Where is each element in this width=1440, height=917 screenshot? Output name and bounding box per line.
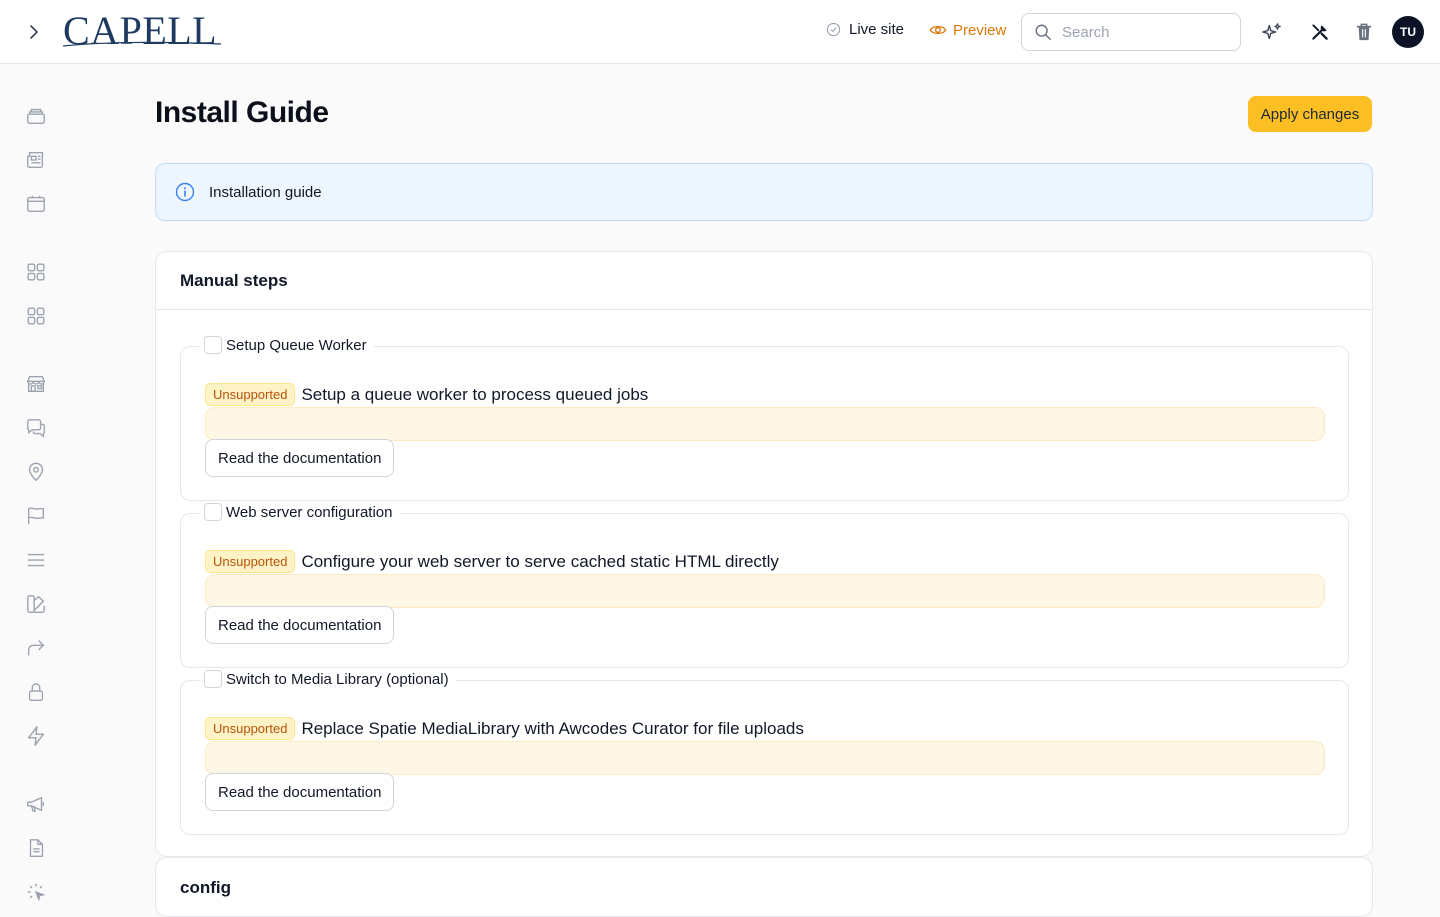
expand-sidebar-button[interactable] (22, 20, 46, 44)
read-documentation-button[interactable]: Read the documentation (205, 606, 395, 644)
step-description-line: Unsupported Setup a queue worker to proc… (205, 383, 648, 406)
chevron-right-icon (30, 25, 38, 39)
tools-button[interactable] (1308, 20, 1332, 44)
sidebar-item-menu[interactable] (24, 548, 48, 572)
warning-bar (205, 407, 1325, 441)
step-title: Switch to Media Library (optional) (226, 670, 449, 688)
sidebar-item-location[interactable] (24, 460, 48, 484)
warning-bar (205, 574, 1325, 608)
sidebar-item-storefront[interactable] (24, 372, 48, 396)
step-checkbox[interactable] (204, 503, 222, 521)
grid-icon (27, 263, 45, 281)
step-description-line: Unsupported Replace Spatie MediaLibrary … (205, 717, 804, 740)
step-description-line: Unsupported Configure your web server to… (205, 550, 779, 573)
storefront-icon (26, 375, 46, 393)
preview-link[interactable]: Preview (929, 21, 1006, 39)
step-legend: Switch to Media Library (optional) (199, 670, 456, 688)
live-site-link[interactable]: Live site (826, 21, 904, 38)
live-site-label: Live site (849, 21, 905, 38)
step-checkbox[interactable] (204, 336, 222, 354)
eye-icon (929, 25, 947, 35)
search-icon (1035, 24, 1051, 40)
grid-icon (27, 307, 45, 325)
read-documentation-button[interactable]: Read the documentation (205, 439, 395, 477)
megaphone-icon (27, 796, 45, 813)
step-fieldset: Switch to Media Library (optional) Unsup… (180, 670, 1349, 835)
manual-steps-card: Manual steps Setup Queue Worker Unsuppor… (155, 251, 1373, 857)
check-circle-icon (826, 22, 841, 37)
search-box (1021, 13, 1241, 51)
step-description: Configure your web server to serve cache… (301, 551, 779, 571)
sidebar-item-lock[interactable] (24, 680, 48, 704)
calendar-icon (27, 195, 45, 213)
manual-steps-heading: Manual steps (156, 252, 1372, 310)
bolt-icon (27, 726, 45, 746)
delete-button[interactable] (1352, 20, 1376, 44)
swatch-icon (27, 595, 45, 613)
step-description: Setup a queue worker to process queued j… (301, 384, 649, 404)
step-title: Setup Queue Worker (226, 336, 367, 354)
step-checkbox[interactable] (204, 670, 222, 688)
step-legend: Web server configuration (199, 503, 400, 521)
sidebar (0, 65, 72, 902)
status-badge: Unsupported (205, 717, 296, 740)
read-documentation-button[interactable]: Read the documentation (205, 773, 395, 811)
info-alert: Installation guide (155, 163, 1373, 221)
sidebar-item-chat[interactable] (24, 416, 48, 440)
sidebar-item-megaphone[interactable] (24, 792, 48, 816)
step-title: Web server configuration (226, 503, 393, 521)
newspaper-icon (27, 151, 44, 169)
info-text: Installation guide (209, 183, 322, 201)
sidebar-item-calendar[interactable] (24, 192, 48, 216)
top-bar: CAPELL Live site Preview TU (0, 0, 1440, 64)
config-card: config (155, 857, 1373, 917)
sidebar-item-grid-2[interactable] (24, 304, 48, 328)
document-icon (29, 839, 44, 857)
step-description: Replace Spatie MediaLibrary with Awcodes… (301, 718, 804, 738)
config-heading: config (180, 878, 231, 897)
ai-sparkles-button[interactable] (1260, 20, 1284, 44)
menu-lines-icon (27, 553, 45, 567)
redirect-icon (27, 640, 45, 656)
status-badge: Unsupported (205, 383, 296, 406)
sidebar-item-cursor[interactable] (24, 880, 48, 904)
chat-icon (27, 419, 45, 438)
preview-label: Preview (953, 21, 1007, 39)
step-legend: Setup Queue Worker (199, 336, 374, 354)
sidebar-item-flag[interactable] (24, 504, 48, 528)
apply-changes-button[interactable]: Apply changes (1248, 96, 1372, 132)
avatar[interactable]: TU (1392, 16, 1424, 48)
sidebar-item-newspaper[interactable] (24, 148, 48, 172)
sidebar-item-redirect[interactable] (24, 636, 48, 660)
logo-swoosh (63, 41, 221, 47)
sidebar-item-grid-1[interactable] (24, 260, 48, 284)
map-pin-icon (28, 462, 44, 482)
sparkles-icon (1262, 23, 1281, 40)
sidebar-item-bolt[interactable] (24, 724, 48, 748)
step-fieldset: Web server configuration Unsupported Con… (180, 503, 1349, 668)
sidebar-item-swatch[interactable] (24, 592, 48, 616)
step-fieldset: Setup Queue Worker Unsupported Setup a q… (180, 336, 1349, 501)
warning-bar (205, 741, 1325, 775)
status-badge: Unsupported (205, 550, 296, 573)
page-title: Install Guide (155, 96, 329, 129)
trash-icon (1356, 23, 1372, 41)
info-icon (175, 182, 195, 202)
sidebar-item-document[interactable] (24, 836, 48, 860)
wrench-screwdriver-icon (1312, 24, 1328, 40)
search-input[interactable] (1062, 23, 1222, 41)
flag-icon (27, 507, 45, 525)
stack-icon (27, 108, 45, 125)
sidebar-item-stack[interactable] (24, 104, 48, 128)
lock-icon (28, 683, 44, 701)
